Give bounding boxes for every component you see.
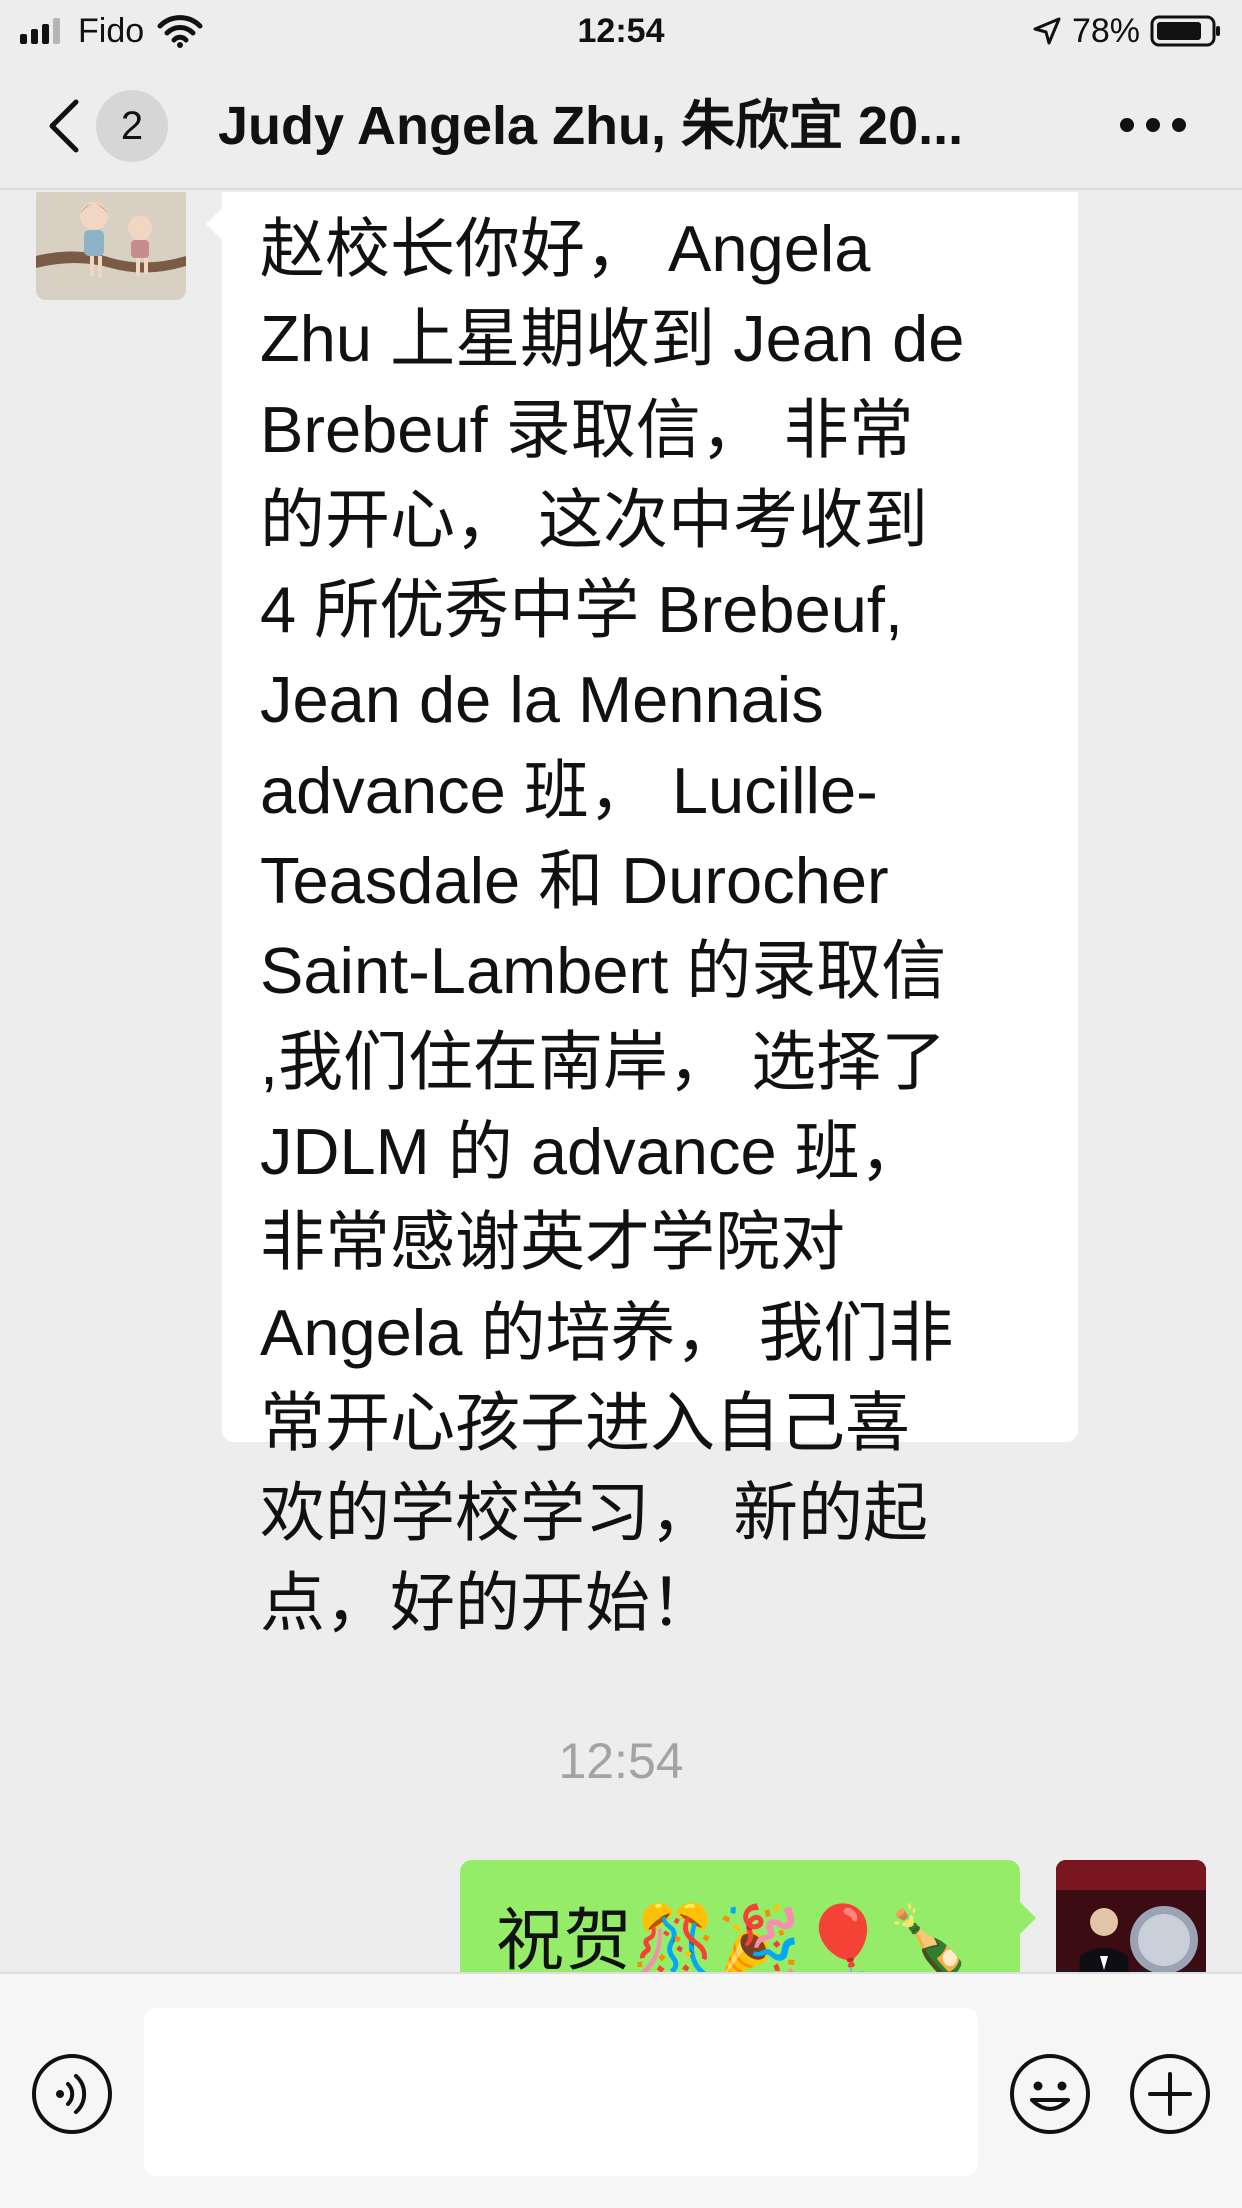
outgoing-message-text: 祝贺🎊🎉🎈🍾 — [496, 1903, 971, 1972]
message-input[interactable] — [144, 2008, 978, 2176]
message-line: 常开心孩子进入自己喜 — [260, 1385, 911, 1459]
more-dots-icon[interactable] — [1118, 112, 1188, 138]
message-timestamp: 12:54 — [558, 1733, 684, 1789]
battery-percentage: 78% — [1071, 11, 1140, 50]
message-line: 赵校长你好， Angela — [260, 212, 871, 285]
message-line: Brebeuf 录取信， 非常 — [260, 392, 914, 466]
input-toolbar — [0, 1972, 1242, 2208]
status-bar: Fido 12:54 78% — [0, 0, 1242, 62]
message-line: 非常感谢英才学院对 — [260, 1205, 846, 1279]
unread-count-badge[interactable]: 2 — [96, 90, 168, 162]
my-avatar[interactable] — [1056, 1860, 1206, 1972]
chevron-left-icon[interactable] — [44, 98, 84, 154]
message-line: Teasdale 和 Durocher — [260, 844, 889, 918]
message-line: 4 所优秀中学 Brebeuf, — [260, 573, 903, 647]
avatar-photo — [1056, 1860, 1206, 1972]
sender-avatar[interactable] — [36, 192, 186, 300]
incoming-message-text: 赵校长你好， Angela Zhu 上星期收到 Jean de Brebeuf … — [260, 204, 1060, 1649]
battery-icon — [1150, 15, 1220, 47]
location-arrow-icon — [1033, 17, 1061, 45]
status-right: 78% — [1032, 10, 1222, 52]
message-line: Angela 的培养， 我们非 — [260, 1295, 954, 1369]
message-line: Zhu 上星期收到 Jean de — [260, 302, 965, 376]
avatar-illustration — [36, 192, 186, 300]
message-list[interactable]: 赵校长你好， Angela Zhu 上星期收到 Jean de Brebeuf … — [0, 192, 1242, 1972]
message-line: 的开心， 这次中考收到 — [260, 482, 929, 556]
voice-icon[interactable] — [30, 2052, 114, 2136]
message-line: JDLM 的 advance 班， — [260, 1114, 925, 1188]
incoming-message-bubble[interactable]: 赵校长你好， Angela Zhu 上星期收到 Jean de Brebeuf … — [206, 192, 1078, 1639]
message-line: advance 班， Lucille- — [260, 753, 878, 827]
message-line: Jean de la Mennais — [260, 663, 824, 737]
message-line: Saint-Lambert 的录取信 — [260, 934, 947, 1008]
outgoing-message-bubble[interactable]: 祝贺🎊🎉🎈🍾 — [460, 1860, 1036, 1972]
chat-title: Judy Angela Zhu, 朱欣宜 20... — [218, 96, 964, 156]
message-line: 点，好的开始！ — [260, 1566, 716, 1640]
message-line: ,我们住在南岸， 选择了 — [260, 1024, 947, 1098]
plus-icon[interactable] — [1128, 2052, 1212, 2136]
emoji-icon[interactable] — [1008, 2052, 1092, 2136]
chat-nav-bar: 2 Judy Angela Zhu, 朱欣宜 20... — [0, 62, 1242, 190]
message-line: 欢的学校学习， 新的起 — [260, 1476, 929, 1550]
